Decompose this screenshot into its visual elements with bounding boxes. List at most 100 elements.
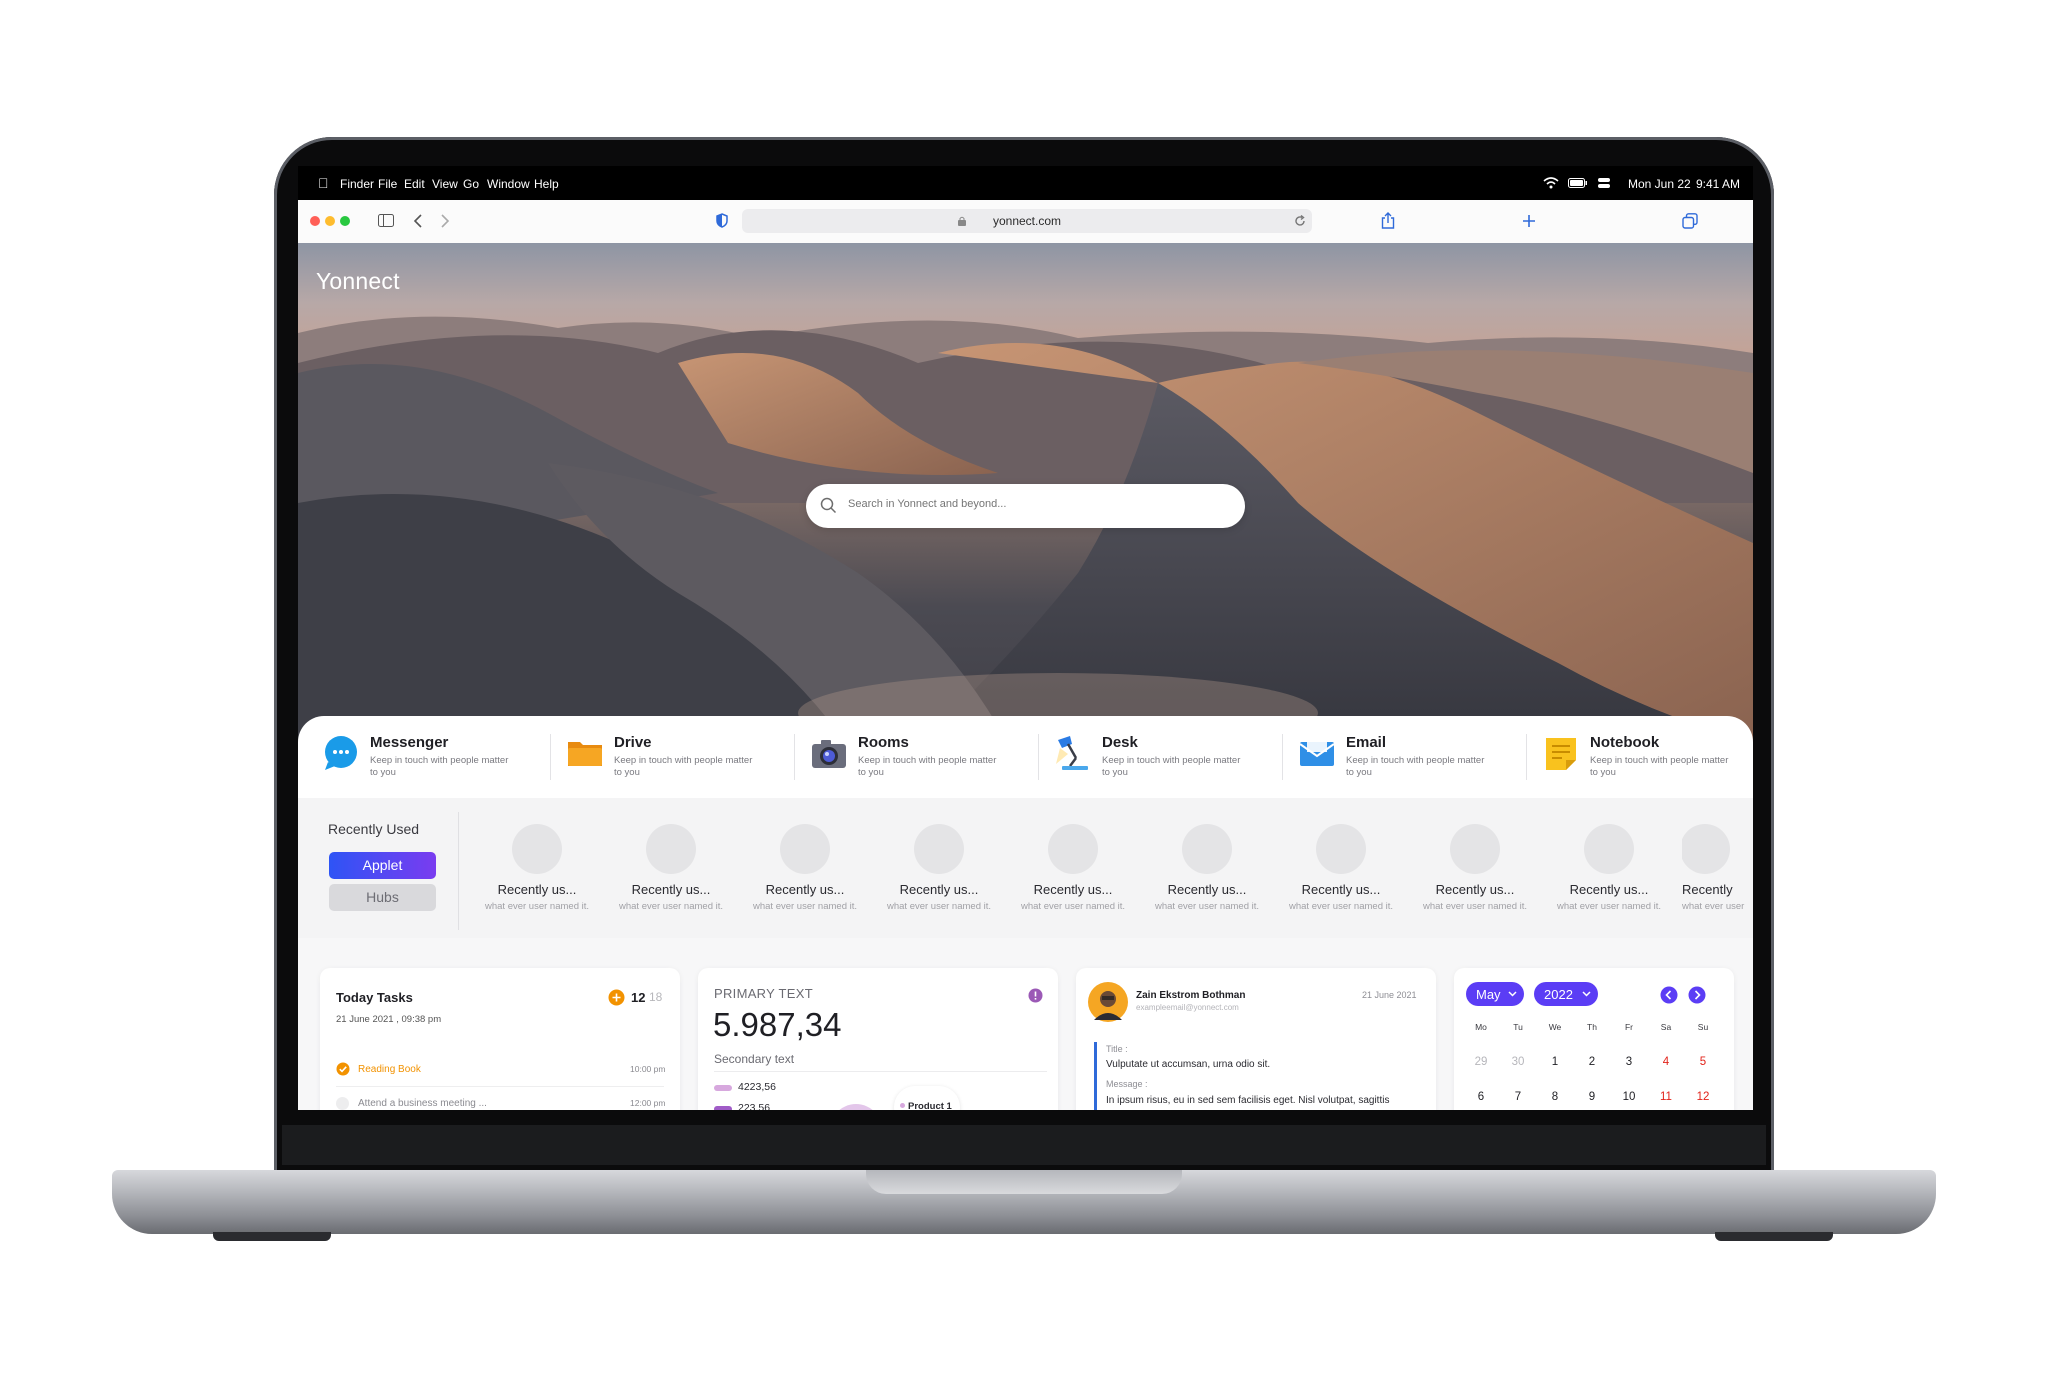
divider: [458, 812, 459, 930]
tab-overview-icon[interactable]: [1682, 213, 1698, 229]
search-bar[interactable]: [806, 484, 1245, 528]
share-icon[interactable]: [1381, 212, 1395, 229]
next-month-button[interactable]: [1688, 986, 1706, 1004]
calendar-day[interactable]: 4: [1651, 1056, 1681, 1068]
recent-item[interactable]: Recently us... what ever user named it.: [476, 824, 598, 912]
card-title: Today Tasks: [336, 990, 413, 1005]
search-icon: [820, 497, 837, 514]
task-time: 10:00 pm: [630, 1064, 666, 1074]
sender-name: Zain Ekstrom Bothman: [1136, 990, 1246, 1001]
recent-item[interactable]: Recently us... what ever user named it.: [1280, 824, 1402, 912]
close-window-button[interactable]: [310, 216, 320, 226]
minimize-window-button[interactable]: [325, 216, 335, 226]
app-notebook[interactable]: Notebook Keep in touch with people matte…: [1542, 726, 1753, 786]
app-messenger[interactable]: Messenger Keep in touch with people matt…: [322, 726, 554, 786]
forward-icon[interactable]: [440, 214, 450, 228]
recent-item[interactable]: Recently us... what ever user named it.: [1548, 824, 1670, 912]
recent-item[interactable]: Recently us... what ever user named it.: [1012, 824, 1134, 912]
recently-used-section: Recently Used Applet Hubs Recently us...…: [298, 798, 1753, 938]
item-subtitle: what ever user named it.: [752, 901, 858, 912]
camera-icon: [812, 740, 846, 768]
apps-row: Messenger Keep in touch with people matt…: [298, 716, 1753, 798]
privacy-shield-icon[interactable]: [716, 213, 728, 228]
item-name: Recently us...: [1033, 882, 1113, 897]
calendar-day[interactable]: 1: [1540, 1056, 1570, 1068]
wifi-icon[interactable]: [1543, 177, 1559, 189]
user-avatar[interactable]: [1088, 982, 1128, 1022]
sidebar-toggle-icon[interactable]: [378, 214, 394, 227]
calendar-day[interactable]: 7: [1503, 1091, 1533, 1103]
menu-help[interactable]: Help: [534, 177, 559, 191]
back-icon[interactable]: [413, 214, 423, 228]
weekday-label: Su: [1697, 1022, 1709, 1032]
calendar-day[interactable]: 11: [1651, 1091, 1681, 1103]
month-select[interactable]: May: [1466, 982, 1524, 1006]
divider: [550, 734, 551, 780]
app-title: Rooms: [858, 734, 909, 751]
item-name: Recently us...: [765, 882, 845, 897]
stats-card: PRIMARY TEXT 5.987,34 Secondary text 422…: [698, 968, 1058, 1110]
recent-item[interactable]: Recently us... what ever user named it.: [610, 824, 732, 912]
calendar-day[interactable]: 8: [1540, 1091, 1570, 1103]
app-desk[interactable]: Desk Keep in touch with people matter to…: [1054, 726, 1286, 786]
calendar-day[interactable]: 9: [1577, 1091, 1607, 1103]
menu-go[interactable]: Go: [463, 177, 479, 191]
check-icon[interactable]: [336, 1062, 350, 1076]
reload-icon[interactable]: [1294, 215, 1306, 227]
battery-icon[interactable]: [1568, 178, 1588, 188]
new-tab-icon[interactable]: [1522, 214, 1536, 228]
menu-edit[interactable]: Edit: [404, 177, 425, 191]
menu-view[interactable]: View: [432, 177, 458, 191]
hubs-tab[interactable]: Hubs: [329, 884, 436, 911]
apple-menu-icon[interactable]: : [318, 175, 329, 191]
search-input[interactable]: [846, 497, 1230, 511]
calendar-day[interactable]: 6: [1466, 1091, 1496, 1103]
calendar-day[interactable]: 3: [1614, 1056, 1644, 1068]
app-email[interactable]: Email Keep in touch with people matter t…: [1298, 726, 1530, 786]
recent-item[interactable]: Recently us... what ever user named it.: [744, 824, 866, 912]
recent-item[interactable]: Recently us... what ever user named it.: [1146, 824, 1268, 912]
menu-file[interactable]: File: [378, 177, 397, 191]
app-rooms[interactable]: Rooms Keep in touch with people matter t…: [810, 726, 1042, 786]
prev-month-button[interactable]: [1660, 986, 1678, 1004]
item-name: Recently us...: [1167, 882, 1247, 897]
applet-tab[interactable]: Applet: [329, 852, 436, 879]
control-center-icon[interactable]: [1598, 177, 1610, 189]
app-description: Keep in touch with people matter to you: [1346, 755, 1485, 778]
calendar-day[interactable]: 12: [1688, 1091, 1718, 1103]
item-subtitle: what ever user named it.: [484, 901, 590, 912]
weekday-label: Tu: [1513, 1022, 1523, 1032]
menu-bar:  Finder File Edit View Go Window Help M…: [298, 166, 1753, 200]
brand-logo[interactable]: Yonnect: [316, 268, 400, 295]
task-label: Reading Book: [358, 1064, 421, 1075]
zoom-window-button[interactable]: [340, 216, 350, 226]
recent-item[interactable]: Recently what ever user: [1682, 824, 1753, 912]
calendar-day[interactable]: 10: [1614, 1091, 1644, 1103]
avatar: [1048, 824, 1098, 874]
recent-item[interactable]: Recently us... what ever user named it.: [878, 824, 1000, 912]
chevron-down-icon: [1582, 991, 1591, 997]
avatar: [1316, 824, 1366, 874]
year-select[interactable]: 2022: [1534, 982, 1598, 1006]
address-bar[interactable]: yonnect.com: [742, 209, 1312, 233]
item-subtitle: what ever user named it.: [1154, 901, 1260, 912]
calendar-day[interactable]: 30: [1503, 1056, 1533, 1068]
divider: [1282, 734, 1283, 780]
menu-finder[interactable]: Finder: [340, 177, 374, 191]
unchecked-circle-icon[interactable]: [336, 1097, 349, 1110]
legend-value: 4223,56: [738, 1081, 776, 1093]
item-subtitle: what ever user: [1682, 901, 1745, 912]
app-description: Keep in touch with people matter to you: [1590, 755, 1729, 778]
avatar: [780, 824, 830, 874]
menu-window[interactable]: Window: [487, 177, 530, 191]
calendar-day[interactable]: 2: [1577, 1056, 1607, 1068]
calendar-day[interactable]: 29: [1466, 1056, 1496, 1068]
weekday-label: Fr: [1624, 1022, 1634, 1032]
tooltip-dot: [900, 1103, 905, 1108]
item-name: Recently us...: [899, 882, 979, 897]
info-icon[interactable]: [1028, 988, 1043, 1003]
app-drive[interactable]: Drive Keep in touch with people matter t…: [566, 726, 798, 786]
calendar-day[interactable]: 5: [1688, 1056, 1718, 1068]
add-task-icon[interactable]: [608, 989, 625, 1006]
recent-item[interactable]: Recently us... what ever user named it.: [1414, 824, 1536, 912]
